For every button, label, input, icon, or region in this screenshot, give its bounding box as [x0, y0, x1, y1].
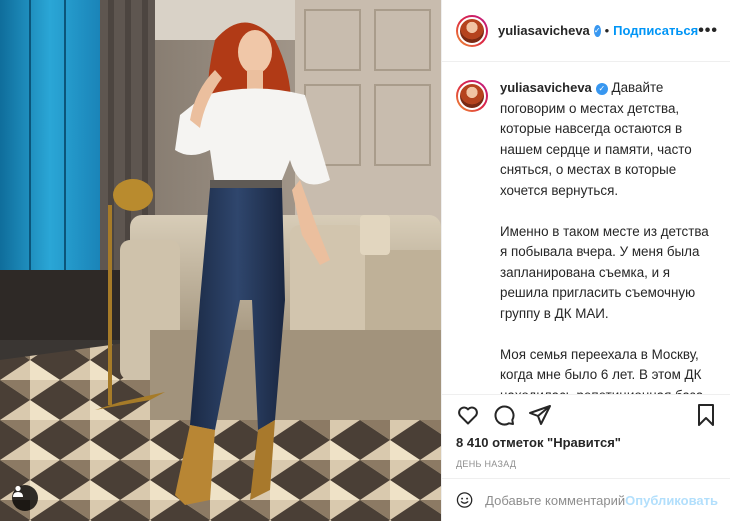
- add-comment-form: Опубликовать: [442, 478, 730, 521]
- action-icons-row: [456, 397, 718, 433]
- caption-verified-badge-icon: ✓: [595, 83, 608, 96]
- follow-button[interactable]: Подписаться: [613, 23, 698, 38]
- share-icon[interactable]: [528, 403, 552, 427]
- heart-icon[interactable]: [456, 403, 480, 427]
- caption-paragraph: yuliasavicheva ✓ Давайте поговорим о мест…: [500, 78, 714, 201]
- likes-count[interactable]: 8 410 отметок "Нравится": [456, 435, 718, 450]
- comment-icon[interactable]: [492, 403, 516, 427]
- caption-author-username[interactable]: yuliasavicheva: [500, 80, 592, 95]
- post-actions: 8 410 отметок "Нравится" День назад: [442, 394, 730, 486]
- author-avatar[interactable]: [456, 14, 488, 47]
- post-photo[interactable]: [0, 0, 441, 521]
- photo-image: [0, 0, 441, 521]
- user-tag-button[interactable]: [12, 485, 38, 511]
- post-caption: yuliasavicheva ✓ Давайте поговорим о мест…: [500, 78, 714, 394]
- bookmark-icon[interactable]: [694, 403, 718, 427]
- comment-input[interactable]: [485, 492, 626, 508]
- caption-paragraph: Именно в таком месте из детства я побыва…: [500, 223, 709, 321]
- post-timestamp[interactable]: День назад: [456, 459, 718, 469]
- comments-list[interactable]: yuliasavicheva ✓ Давайте поговорим о мест…: [442, 62, 730, 394]
- more-options-icon[interactable]: •••: [698, 22, 718, 40]
- author-username[interactable]: yuliasavicheva: [498, 23, 590, 38]
- post-header: yuliasavicheva ✓ • Подписаться •••: [442, 0, 730, 62]
- emoji-icon[interactable]: [456, 489, 473, 511]
- user-tag-icon: [13, 485, 23, 497]
- verified-badge-icon: ✓: [593, 24, 601, 37]
- caption-paragraph: Моя семья переехала в Москву, когда мне …: [500, 346, 703, 395]
- publish-button[interactable]: Опубликовать: [625, 493, 718, 508]
- post-side-panel: yuliasavicheva ✓ • Подписаться ••• yulia…: [441, 0, 730, 521]
- separator-dot: •: [604, 23, 610, 38]
- caption-author-avatar[interactable]: [456, 80, 488, 112]
- caption-text-1: Давайте поговорим о местах детства, кото…: [500, 80, 692, 198]
